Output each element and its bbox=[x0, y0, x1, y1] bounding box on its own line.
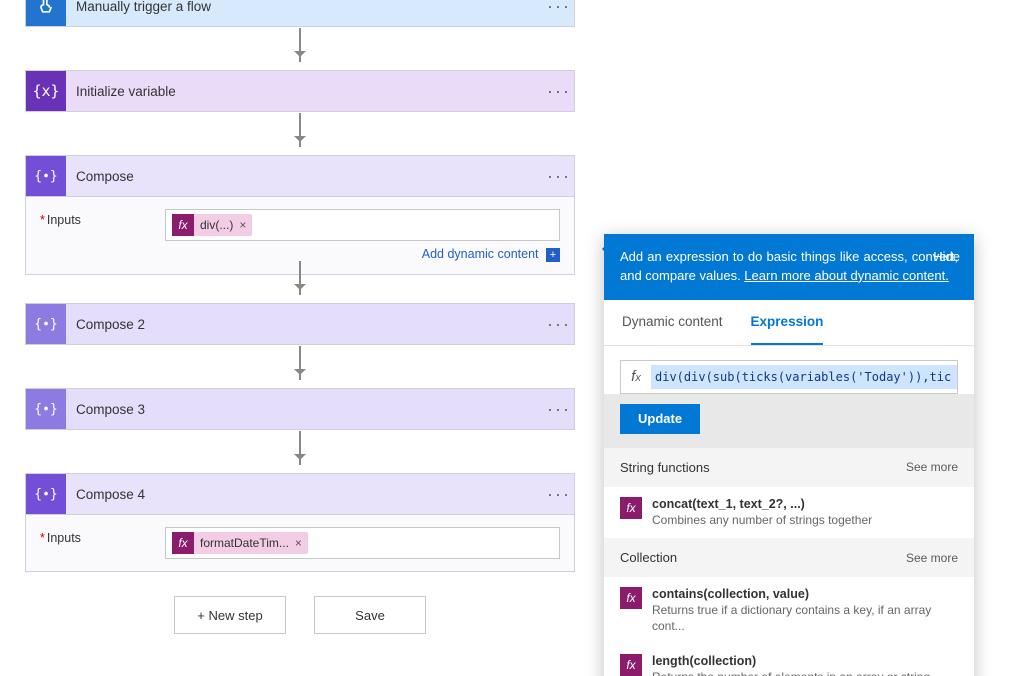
card-title: Compose bbox=[66, 169, 544, 184]
token-remove[interactable]: × bbox=[239, 218, 246, 232]
add-dynamic-content-link[interactable]: Add dynamic content bbox=[422, 247, 539, 261]
connector-arrow bbox=[299, 431, 301, 465]
inputs-field[interactable]: fx formatDateTim... × bbox=[165, 527, 560, 559]
expression-token[interactable]: fx formatDateTim... × bbox=[172, 532, 308, 554]
card-trigger[interactable]: Manually trigger a flow ··· bbox=[25, 0, 575, 27]
touch-icon bbox=[26, 0, 66, 26]
card-title: Compose 2 bbox=[66, 317, 544, 332]
update-button[interactable]: Update bbox=[620, 404, 700, 434]
fx-icon: fx bbox=[620, 587, 642, 609]
tab-dynamic-content[interactable]: Dynamic content bbox=[622, 300, 723, 345]
panel-intro: Add an expression to do basic things lik… bbox=[604, 234, 974, 300]
card-compose-2[interactable]: {∙} Compose 2 ··· bbox=[25, 303, 575, 345]
inputs-field[interactable]: fx div(...) × bbox=[165, 209, 560, 241]
fx-icon: fx bbox=[172, 532, 194, 554]
compose-icon: {∙} bbox=[26, 304, 66, 344]
fx-icon: fx bbox=[172, 214, 194, 236]
expression-panel: Add an expression to do basic things lik… bbox=[604, 234, 974, 676]
card-init-variable[interactable]: {x} Initialize variable ··· bbox=[25, 70, 575, 112]
card-menu[interactable]: ··· bbox=[544, 81, 574, 102]
card-compose-3[interactable]: {∙} Compose 3 ··· bbox=[25, 388, 575, 430]
fn-item[interactable]: fxlength(collection)Returns the number o… bbox=[604, 644, 974, 676]
fn-item[interactable]: fxconcat(text_1, text_2?, ...)Combines a… bbox=[604, 487, 974, 539]
compose-icon: {∙} bbox=[26, 389, 66, 429]
card-title: Initialize variable bbox=[66, 84, 544, 99]
expression-token[interactable]: fx div(...) × bbox=[172, 214, 252, 236]
card-title: Manually trigger a flow bbox=[66, 0, 544, 14]
fx-icon: fx bbox=[621, 368, 651, 385]
card-compose-4[interactable]: {∙} Compose 4 ··· *Inputs fx formatDateT… bbox=[25, 473, 575, 572]
compose-icon: {∙} bbox=[26, 156, 66, 196]
see-more-link[interactable]: See more bbox=[906, 551, 958, 565]
card-title: Compose 3 bbox=[66, 402, 544, 417]
card-menu[interactable]: ··· bbox=[544, 0, 574, 17]
save-button[interactable]: Save bbox=[314, 596, 426, 634]
fn-group-header[interactable]: CollectionSee more bbox=[604, 538, 974, 577]
compose-icon: {∙} bbox=[26, 474, 66, 514]
connector-arrow bbox=[299, 28, 301, 62]
card-menu[interactable]: ··· bbox=[544, 484, 574, 505]
card-compose[interactable]: {∙} Compose ··· *Inputs fx div(...) × bbox=[25, 155, 575, 275]
plus-icon[interactable]: + bbox=[546, 248, 560, 262]
connector-arrow bbox=[299, 346, 301, 380]
field-label-inputs: *Inputs bbox=[40, 209, 165, 227]
connector-arrow bbox=[299, 261, 301, 295]
expression-input[interactable]: div(div(sub(ticks(variables('Today')),ti… bbox=[651, 365, 957, 389]
variable-icon: {x} bbox=[26, 71, 66, 111]
learn-more-link[interactable]: Learn more about dynamic content. bbox=[744, 268, 949, 283]
new-step-button[interactable]: + New step bbox=[174, 596, 286, 634]
panel-tabs: Dynamic content Expression bbox=[604, 300, 974, 346]
card-menu[interactable]: ··· bbox=[544, 166, 574, 187]
token-remove[interactable]: × bbox=[295, 536, 302, 550]
card-menu[interactable]: ··· bbox=[544, 314, 574, 335]
connector-arrow bbox=[299, 113, 301, 147]
card-title: Compose 4 bbox=[66, 487, 544, 502]
expression-input-box[interactable]: fx div(div(sub(ticks(variables('Today'))… bbox=[620, 360, 958, 394]
tab-expression[interactable]: Expression bbox=[751, 300, 824, 345]
fx-icon: fx bbox=[620, 654, 642, 676]
card-menu[interactable]: ··· bbox=[544, 399, 574, 420]
fn-item[interactable]: fxcontains(collection, value)Returns tru… bbox=[604, 577, 974, 644]
field-label-inputs: *Inputs bbox=[40, 527, 165, 545]
see-more-link[interactable]: See more bbox=[906, 460, 958, 474]
fx-icon: fx bbox=[620, 497, 642, 519]
hide-panel-link[interactable]: Hide bbox=[933, 248, 960, 267]
fn-group-header[interactable]: String functionsSee more bbox=[604, 448, 974, 487]
